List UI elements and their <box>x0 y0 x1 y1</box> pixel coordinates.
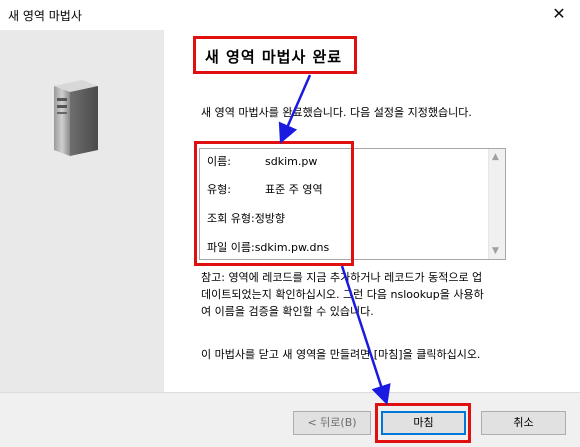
finish-instruction: 이 마법사를 닫고 새 영역을 만들려면 [마침]을 클릭하십시오. <box>201 348 481 361</box>
title-bar: 새 영역 마법사 ✕ <box>0 0 580 30</box>
finish-highlight <box>375 403 471 443</box>
button-bar: < 뒤로(B) 마침 취소 <box>0 392 580 447</box>
note-line: 데이트되었는지 확인하십시오. 그런 다음 nslookup을 사용하 <box>201 288 484 301</box>
cancel-button[interactable]: 취소 <box>481 411 566 435</box>
back-button[interactable]: < 뒤로(B) <box>293 411 371 435</box>
scroll-up-icon[interactable]: ▲ <box>492 152 499 162</box>
note-line: 참고: 영역에 레코드를 지금 추가하거나 레코드가 동적으로 업 <box>201 271 483 284</box>
scroll-down-icon[interactable]: ▼ <box>492 246 499 256</box>
page-title: 새 영역 마법사 완료 <box>205 48 343 66</box>
settings-scrollbar[interactable]: ▲ ▼ <box>488 149 505 259</box>
heading-highlight: 새 영역 마법사 완료 <box>193 36 357 74</box>
note-line: 여 이름을 검증을 확인할 수 있습니다. <box>201 305 374 318</box>
window-title: 새 영역 마법사 <box>8 9 82 23</box>
server-icon <box>54 80 98 156</box>
close-icon[interactable]: ✕ <box>546 2 572 26</box>
settings-highlight <box>194 141 354 266</box>
wizard-side-panel <box>0 30 164 392</box>
intro-text: 새 영역 마법사를 완료했습니다. 다음 설정을 지정했습니다. <box>201 106 472 119</box>
